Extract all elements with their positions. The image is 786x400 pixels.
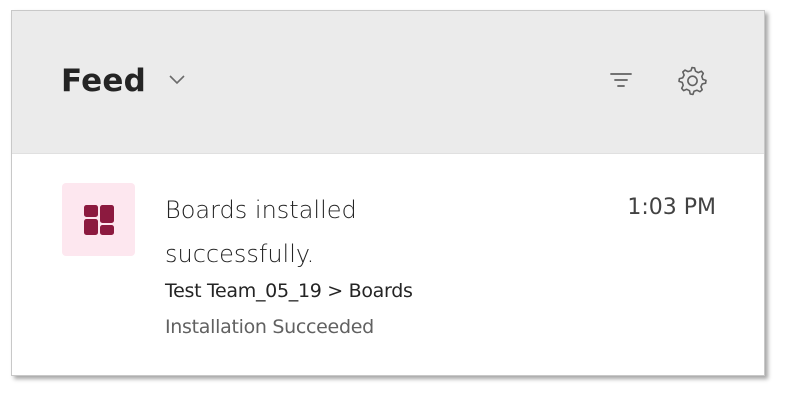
- chevron-down-icon[interactable]: [168, 73, 186, 87]
- feed-item[interactable]: Boards installed successfully. 1:03 PM T…: [12, 154, 764, 374]
- boards-app-glyph: [83, 204, 114, 235]
- gear-icon: [678, 66, 707, 96]
- feed-list: Boards installed successfully. 1:03 PM T…: [12, 154, 764, 375]
- feed-item-time: 1:03 PM: [627, 195, 716, 220]
- feed-item-title: Boards installed successfully.: [165, 196, 357, 268]
- filter-button[interactable]: [606, 65, 636, 95]
- filter-icon: [610, 73, 632, 87]
- boards-app-icon: [62, 183, 135, 256]
- feed-title[interactable]: Feed: [61, 62, 146, 100]
- feed-item-path: Test Team_05_19 > Boards: [165, 280, 413, 302]
- feed-item-status: Installation Succeeded: [165, 316, 374, 338]
- settings-button[interactable]: [674, 62, 710, 98]
- feed-panel: Feed Boards installed successfully. 1:03…: [11, 10, 765, 376]
- feed-header: Feed: [12, 11, 764, 154]
